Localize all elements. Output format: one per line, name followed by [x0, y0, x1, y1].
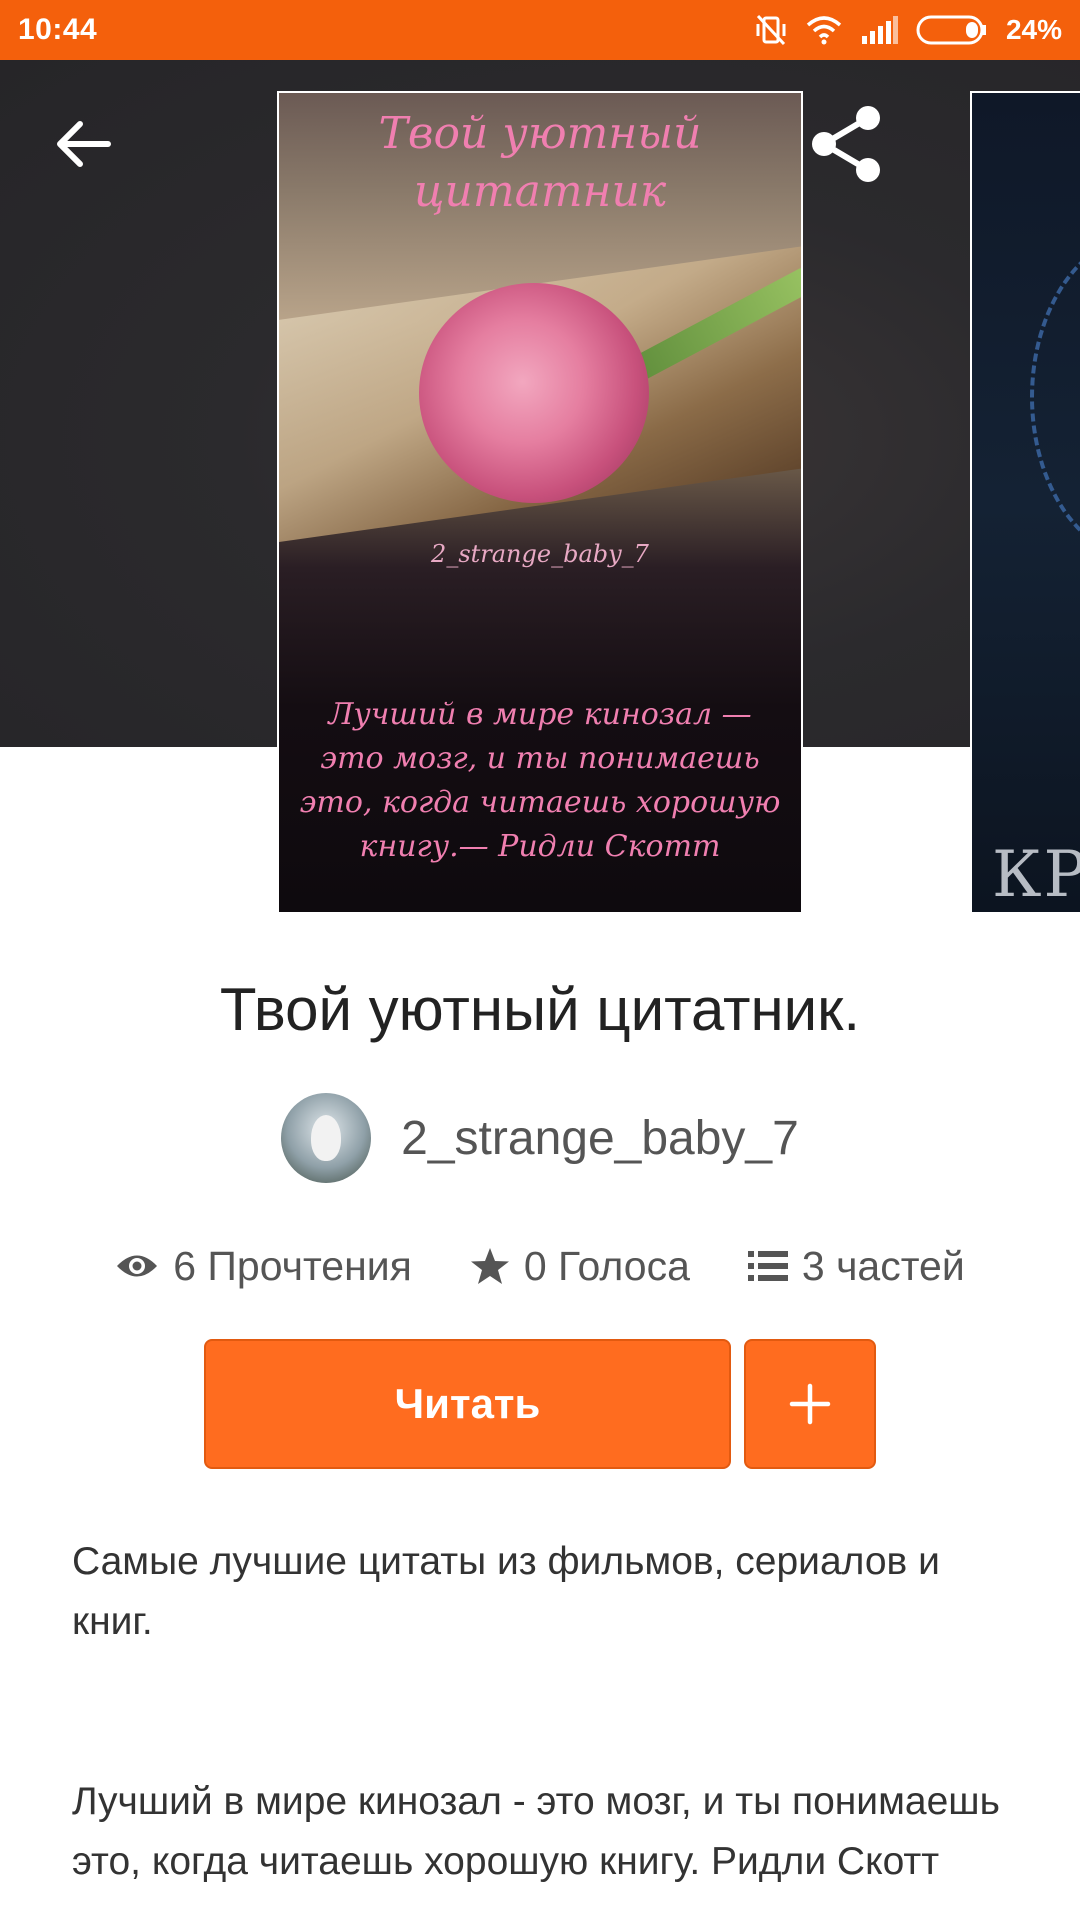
back-arrow-icon[interactable]: [52, 112, 116, 176]
author-row[interactable]: 2_strange_baby_7: [0, 1092, 1080, 1184]
read-button[interactable]: Читать: [204, 1339, 731, 1469]
story-stats: 6 Прочтения 0 Голоса 3 частей: [0, 1236, 1080, 1296]
cover-author: 2_strange_baby_7: [431, 540, 649, 568]
battery-icon: [916, 15, 986, 45]
author-avatar[interactable]: [281, 1093, 372, 1183]
plus-icon: [789, 1383, 831, 1425]
mute-vibrate-icon: [756, 14, 786, 46]
story-title: Твой уютный цитатник.: [219, 976, 861, 1043]
next-cover-text: КРИ: [992, 838, 1080, 912]
read-button-label: Читать: [394, 1380, 541, 1427]
reads-count: 6 Прочтения: [173, 1242, 412, 1289]
share-icon[interactable]: [808, 104, 888, 184]
signal-icon: [861, 16, 898, 44]
author-name[interactable]: 2_strange_baby_7: [401, 1111, 799, 1166]
list-icon: [747, 1251, 788, 1281]
add-to-library-button[interactable]: [744, 1339, 876, 1469]
next-cover-ring-art: [1030, 233, 1080, 561]
story-cover[interactable]: Твой уютный цитатник 2_strange_baby_7 Лу…: [277, 91, 803, 914]
description-paragraph: Самые лучшие цитаты из фильмов, сериалов…: [72, 1540, 940, 1643]
eye-icon: [117, 1255, 158, 1277]
next-story-cover[interactable]: КРИ: [970, 91, 1080, 914]
battery-percent: 24%: [1005, 14, 1062, 45]
stat-reads: 6 Прочтения: [115, 1243, 412, 1290]
votes-count: 0 Голоса: [523, 1242, 690, 1289]
description-paragraph: Лучший в мире кинозал - это мозг, и ты п…: [72, 1780, 1000, 1883]
cover-rose-art: [419, 283, 649, 503]
star-icon: [470, 1248, 509, 1284]
stat-parts: 3 частей: [747, 1242, 965, 1290]
wifi-icon: [806, 16, 842, 45]
stat-votes: 0 Голоса: [470, 1243, 690, 1290]
status-bar: 10:44 24%: [0, 0, 1080, 60]
status-time: 10:44: [18, 13, 98, 46]
cover-quote: Лучший в мире кинозал — это мозг, и ты п…: [299, 697, 781, 864]
cover-title: Твой уютный цитатник: [378, 108, 702, 217]
story-description: Самые лучшие цитаты из фильмов, сериалов…: [72, 1532, 1022, 1892]
parts-count: 3 частей: [801, 1242, 965, 1289]
status-icons: 24%: [754, 14, 1062, 46]
